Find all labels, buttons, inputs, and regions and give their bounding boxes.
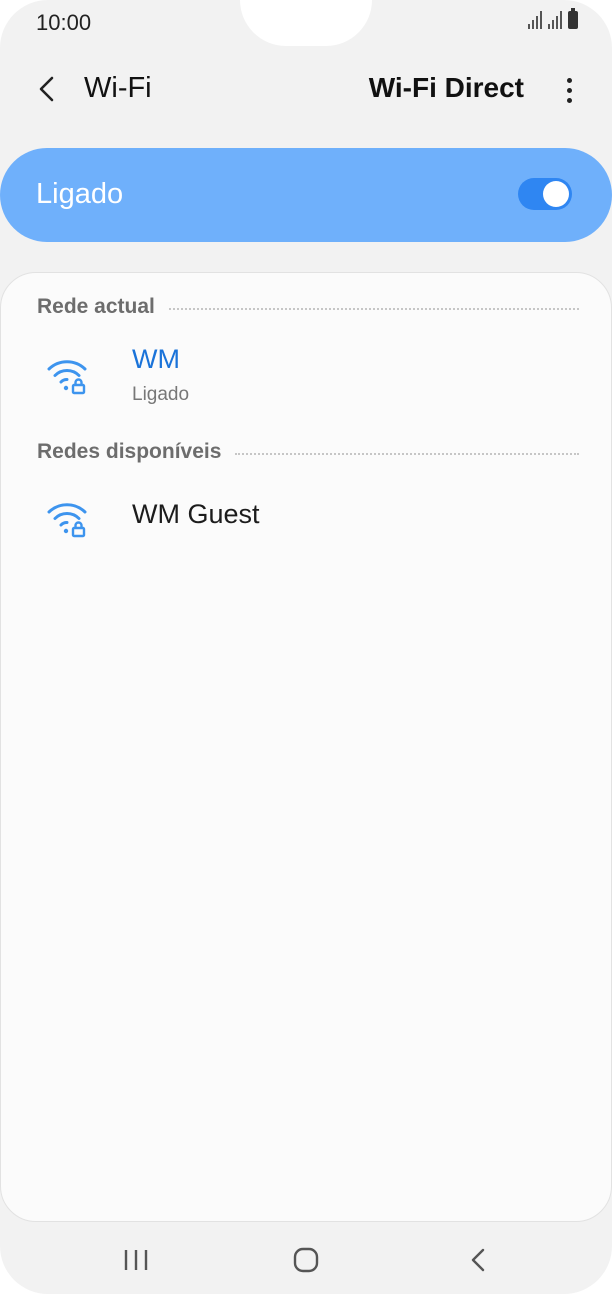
status-bar: 10:00 xyxy=(0,0,612,46)
chevron-left-icon xyxy=(39,76,54,102)
battery-icon xyxy=(568,8,578,29)
app-bar: Wi-Fi Wi-Fi Direct xyxy=(0,60,612,120)
status-icons xyxy=(528,8,578,29)
network-name: WM Guest xyxy=(132,499,260,529)
section-header-current: Rede actual xyxy=(37,295,579,319)
recents-button[interactable] xyxy=(106,1238,166,1282)
master-toggle-label: Ligado xyxy=(36,178,124,210)
network-row-current[interactable]: WM Ligado xyxy=(1,339,612,409)
status-time: 10:00 xyxy=(36,10,92,35)
recents-icon xyxy=(124,1250,148,1270)
wifi-lock-icon xyxy=(47,360,87,395)
divider xyxy=(235,453,579,455)
wifi-lock-icon xyxy=(47,503,87,538)
wifi-direct-button[interactable]: Wi-Fi Direct xyxy=(369,72,524,104)
home-button[interactable] xyxy=(276,1238,336,1282)
networks-card: Rede actual WM Ligado Redes disponíveis xyxy=(0,272,612,1222)
network-row-available[interactable]: WM Guest xyxy=(1,485,612,555)
more-options-button[interactable] xyxy=(556,68,582,112)
page-title: Wi-Fi xyxy=(84,72,152,104)
section-title-available: Redes disponíveis xyxy=(37,440,222,463)
more-vertical-icon xyxy=(566,77,572,83)
back-button[interactable] xyxy=(24,66,70,112)
network-name: WM xyxy=(132,344,180,374)
divider xyxy=(168,308,579,310)
section-title-current: Rede actual xyxy=(37,295,155,318)
switch-knob xyxy=(543,181,569,207)
nav-back-button[interactable] xyxy=(448,1238,508,1282)
wifi-master-toggle[interactable]: Ligado xyxy=(0,148,612,242)
home-icon xyxy=(293,1247,319,1273)
back-icon xyxy=(471,1248,485,1272)
section-header-available: Redes disponíveis xyxy=(37,440,579,464)
network-status: Ligado xyxy=(132,384,190,405)
signal-icon xyxy=(528,11,542,29)
navigation-bar xyxy=(0,1222,612,1294)
phone-screen: 10:00 Wi-Fi Wi-Fi Direct Ligado Rede act… xyxy=(0,0,612,1294)
signal-icon xyxy=(548,11,562,29)
wifi-switch[interactable] xyxy=(518,178,572,210)
